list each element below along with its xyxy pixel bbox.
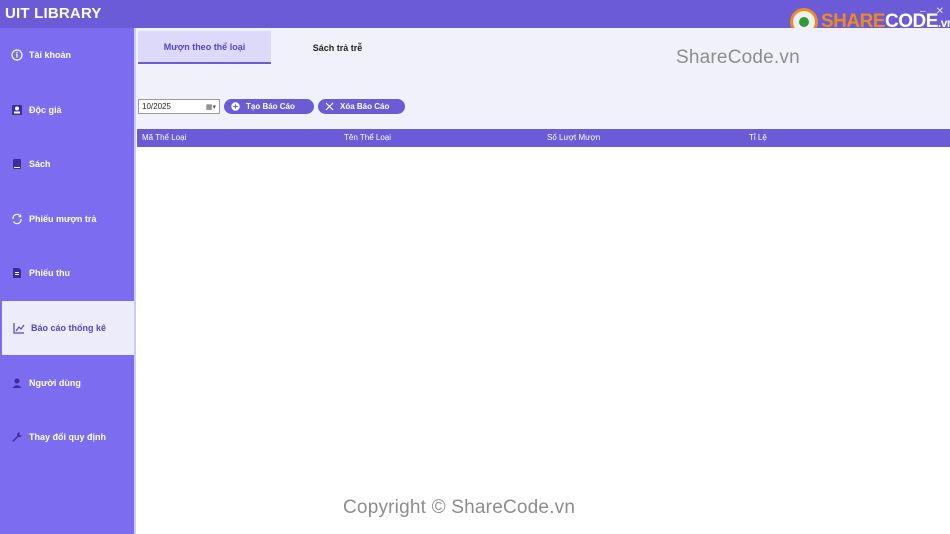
report-toolbar-panel: Mượn theo thể loại Sách trả trễ ShareCod… <box>136 28 950 130</box>
main-content: Mượn theo thể loại Sách trả trễ ShareCod… <box>134 28 950 534</box>
sidebar-item-reports[interactable]: Báo cáo thống kê <box>2 301 134 355</box>
watermark-top: ShareCode.vn <box>676 47 800 68</box>
reader-icon <box>11 104 23 116</box>
create-report-button[interactable]: Tạo Báo Cáo <box>224 99 314 114</box>
delete-report-label: Xóa Báo Cáo <box>340 102 390 111</box>
sidebar-item-label: Phiếu thu <box>29 268 70 278</box>
sidebar-item-label: Phiếu mượn trả <box>29 214 97 224</box>
tab-borrow-by-category[interactable]: Mượn theo thể loại <box>138 31 271 64</box>
sidebar-item-receipts[interactable]: Phiếu thu <box>0 246 134 300</box>
plus-circle-icon <box>231 102 240 111</box>
sidebar-item-account[interactable]: i Tài khoản <box>0 28 134 82</box>
sidebar-item-books[interactable]: Sách <box>0 137 134 191</box>
column-header-category-name[interactable]: Tên Thể Loại <box>344 133 391 142</box>
sidebar-item-label: Tài khoản <box>29 50 72 60</box>
book-icon <box>11 158 23 170</box>
sidebar-item-label: Sách <box>29 159 51 169</box>
user-icon <box>11 377 23 389</box>
watermark-bottom: Copyright © ShareCode.vn <box>343 497 576 518</box>
close-icon <box>325 102 334 111</box>
svg-text:i: i <box>16 52 18 60</box>
sidebar-item-label: Báo cáo thống kê <box>31 323 107 333</box>
column-header-ratio[interactable]: Tỉ Lệ <box>749 133 767 142</box>
wrench-icon <box>11 431 23 443</box>
column-header-borrow-count[interactable]: Số Lượt Mượn <box>547 133 600 142</box>
table-body <box>137 147 950 532</box>
chart-icon <box>13 322 25 334</box>
calendar-dropdown-icon[interactable]: ▦▾ <box>205 101 217 112</box>
borrow-return-icon <box>11 213 23 225</box>
sidebar-item-borrow-return[interactable]: Phiếu mượn trả <box>0 192 134 246</box>
sidebar-item-label: Người dùng <box>29 378 81 388</box>
delete-report-button[interactable]: Xóa Báo Cáo <box>318 99 405 114</box>
month-picker[interactable]: 10/2025 ▦▾ <box>138 99 220 114</box>
tab-late-returns[interactable]: Sách trả trễ <box>271 31 404 64</box>
month-value: 10/2025 <box>142 102 171 111</box>
receipt-icon <box>11 267 23 279</box>
account-icon: i <box>11 49 23 61</box>
create-report-label: Tạo Báo Cáo <box>246 102 295 111</box>
sidebar-item-label: Thay đổi quy định <box>29 432 106 442</box>
table-header: Mã Thể Loại Tên Thể Loại Số Lượt Mượn Tỉ… <box>137 129 950 147</box>
sidebar-item-label: Độc giả <box>29 105 62 115</box>
app-title: UIT LIBRARY <box>5 5 102 22</box>
sidebar-item-settings[interactable]: Thay đổi quy định <box>0 410 134 464</box>
column-header-category-id[interactable]: Mã Thể Loại <box>142 133 186 142</box>
sidebar-item-users[interactable]: Người dùng <box>0 356 134 410</box>
sidebar-item-readers[interactable]: Độc giả <box>0 83 134 137</box>
sidebar: i Tài khoản Độc giả Sách Phiếu mượn trả … <box>0 28 134 534</box>
